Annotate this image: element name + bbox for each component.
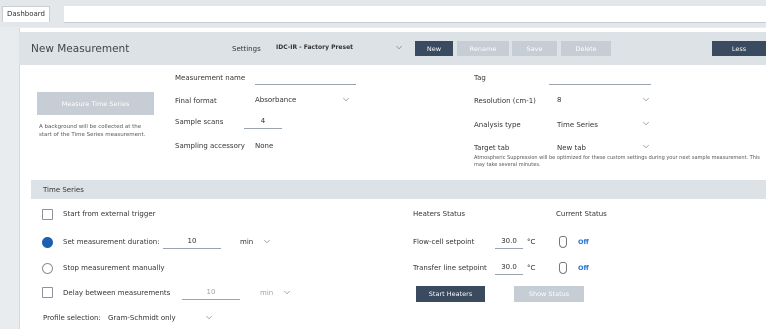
sample-scans-label: Sample scans — [175, 118, 224, 126]
sample-scans-input[interactable]: 4 — [244, 117, 282, 129]
transfer-line-input[interactable]: 30.0 — [495, 263, 523, 275]
chevron-down-icon: ⌵ — [284, 287, 291, 296]
resolution-select[interactable]: 8 ⌵ — [557, 94, 657, 106]
duration-unit-value: min — [240, 238, 254, 246]
settings-select[interactable]: IDC-IR - Factory Preset ⌵ — [276, 41, 408, 55]
page-title: New Measurement — [31, 43, 130, 55]
tag-input[interactable] — [549, 73, 651, 85]
final-format-label: Final format — [175, 97, 217, 105]
chevron-down-icon: ⌵ — [396, 42, 403, 51]
tab-dashboard[interactable]: Dashboard — [2, 6, 50, 22]
target-tab-label: Target tab — [474, 144, 510, 152]
chevron-down-icon: ⌵ — [206, 312, 213, 321]
settings-label: Settings — [232, 45, 261, 53]
transfer-line-label: Transfer line setpoint — [413, 264, 487, 272]
flow-cell-status: Off — [578, 238, 589, 246]
chevron-down-icon: ⌵ — [643, 141, 650, 150]
transfer-line-status: Off — [578, 264, 589, 272]
target-tab-select[interactable]: New tab ⌵ — [557, 141, 657, 153]
external-trigger-label: Start from external trigger — [63, 210, 156, 218]
tab-strip — [64, 6, 766, 23]
delay-unit-value: min — [260, 289, 274, 297]
show-status-button[interactable]: Show Status — [514, 286, 584, 302]
thermometer-icon — [559, 262, 567, 274]
profile-selection-select[interactable]: Gram-Schmidt only ⌵ — [108, 311, 218, 324]
new-button[interactable]: New — [415, 41, 453, 56]
sampling-accessory-label: Sampling accessory — [175, 142, 245, 150]
flow-cell-label: Flow-cell setpoint — [413, 238, 475, 246]
chevron-down-icon: ⌵ — [264, 236, 271, 245]
current-status-title: Current Status — [556, 210, 607, 218]
duration-unit-select[interactable]: min ⌵ — [230, 235, 276, 248]
delay-checkbox[interactable] — [42, 287, 53, 298]
delay-label: Delay between measurements — [63, 289, 171, 297]
chevron-down-icon: ⌵ — [343, 94, 350, 103]
thermometer-icon — [559, 236, 567, 248]
tag-label: Tag — [474, 74, 486, 82]
start-heaters-button[interactable]: Start Heaters — [416, 286, 485, 302]
suppression-note: Atmospheric Suppression will be optimize… — [474, 155, 760, 168]
flow-cell-unit: °C — [527, 238, 536, 246]
target-tab-value: New tab — [557, 144, 586, 152]
duration-label: Set measurement duration: — [63, 238, 160, 246]
measurement-name-input[interactable] — [255, 73, 356, 85]
rename-button[interactable]: Rename — [457, 41, 509, 56]
measurement-name-label: Measurement name — [175, 74, 246, 82]
profile-selection-value: Gram-Schmidt only — [108, 314, 176, 322]
measure-time-series-button[interactable]: Measure Time Series — [37, 92, 154, 115]
save-button[interactable]: Save — [512, 41, 557, 56]
duration-radio[interactable] — [42, 237, 53, 248]
analysis-type-label: Analysis type — [474, 121, 521, 129]
background-note: A background will be collected at the st… — [39, 124, 146, 138]
measurement-panel — [19, 28, 766, 329]
analysis-type-value: Time Series — [557, 121, 598, 129]
delay-unit-select[interactable]: min ⌵ — [250, 286, 298, 299]
resolution-label: Resolution (cm-1) — [474, 97, 536, 105]
sampling-accessory-value: None — [255, 142, 274, 150]
duration-input[interactable]: 10 — [163, 237, 221, 249]
transfer-line-unit: °C — [527, 264, 536, 272]
final-format-value: Absorbance — [255, 96, 297, 104]
external-trigger-checkbox[interactable] — [42, 209, 53, 220]
final-format-select[interactable]: Absorbance ⌵ — [255, 94, 356, 106]
delay-input[interactable]: 10 — [182, 288, 240, 300]
section-title: Time Series — [43, 186, 84, 194]
heaters-status-title: Heaters Status — [413, 210, 465, 218]
profile-selection-label: Profile selection: — [43, 314, 101, 322]
time-series-section-header — [31, 180, 766, 199]
stop-manually-label: Stop measurement manually — [63, 264, 165, 272]
chevron-down-icon: ⌵ — [643, 118, 650, 127]
resolution-value: 8 — [557, 96, 562, 104]
delete-button[interactable]: Delete — [561, 41, 611, 56]
analysis-type-select[interactable]: Time Series ⌵ — [557, 118, 657, 130]
flow-cell-input[interactable]: 30.0 — [495, 237, 523, 249]
less-button[interactable]: Less — [712, 41, 766, 56]
settings-select-value: IDC-IR - Factory Preset — [276, 44, 354, 51]
stop-manually-radio[interactable] — [42, 263, 53, 274]
chevron-down-icon: ⌵ — [643, 94, 650, 103]
